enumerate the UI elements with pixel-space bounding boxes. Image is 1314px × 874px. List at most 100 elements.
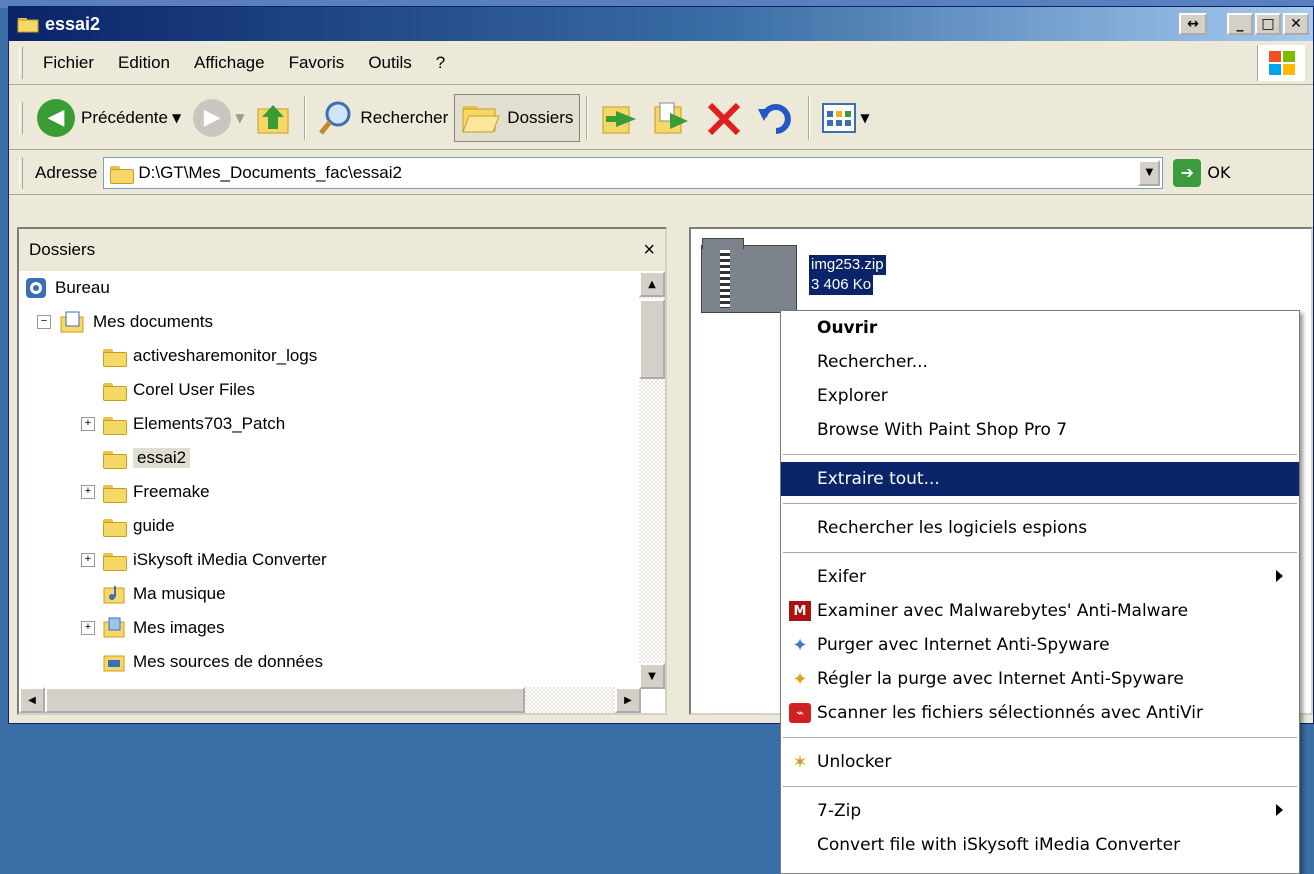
toolbar-grip[interactable] [19,101,23,134]
back-arrow-icon: ◀ [37,98,75,137]
menu-explorer[interactable]: Explorer [781,379,1299,413]
move-to-button[interactable] [594,92,646,144]
menu-purger-anti-spyware[interactable]: ✦ Purger avec Internet Anti-Spyware [781,628,1299,662]
h-scroll-thumb[interactable] [45,687,525,713]
menu-browse-paint-shop-pro[interactable]: Browse With Paint Shop Pro 7 [781,413,1299,447]
broom-settings-icon: ✦ [792,668,808,690]
folder-window-icon [17,15,39,33]
tree-item-guide[interactable]: guide [19,509,641,543]
tree-item-mes-images[interactable]: + Mes images [19,611,641,645]
menu-separator [783,454,1297,455]
menu-separator [783,737,1297,738]
tree-item-iskysoft[interactable]: + iSkysoft iMedia Converter [19,543,641,577]
menu-fichier[interactable]: Fichier [31,53,106,73]
delete-icon [708,102,741,135]
tree-item-ma-musique[interactable]: Ma musique [19,577,641,611]
tree-item-label: Elements703_Patch [133,414,286,433]
scroll-down-icon[interactable]: ▼ [639,663,665,689]
forward-button[interactable]: ▶ ▼ [187,92,250,144]
close-button[interactable]: ✕ [1283,13,1309,35]
menu-favoris[interactable]: Favoris [277,53,357,73]
menu-unlocker[interactable]: ✶ Unlocker [781,745,1299,779]
title-bar[interactable]: essai2 ↔ _ □ ✕ [9,7,1313,41]
desktop-icon [26,278,46,298]
tree-item-label: activesharemonitor_logs [133,346,318,365]
address-dropdown-icon[interactable]: ▼ [1138,159,1161,186]
menu-help[interactable]: ? [424,53,457,73]
tree-item-mes-documents[interactable]: − Mes documents [19,305,641,339]
menu-exifer[interactable]: Exifer [781,560,1299,594]
tree-item-elements703-patch[interactable]: + Elements703_Patch [19,407,641,441]
scroll-left-icon[interactable]: ◀ [19,687,45,713]
menu-regler-purge[interactable]: ✦ Régler la purge avec Internet Anti-Spy… [781,662,1299,696]
maximize-button[interactable]: □ [1255,13,1281,35]
back-dropdown-icon[interactable]: ▼ [172,111,181,125]
tree-item-corel-user-files[interactable]: Corel User Files [19,373,641,407]
data-sources-icon [103,655,125,672]
minimize-button[interactable]: _ [1227,13,1253,35]
menu-item-label: Unlocker [817,752,892,772]
menu-scanner-antivir[interactable]: ⌁ Scanner les fichiers sélectionnés avec… [781,696,1299,730]
resize-icon[interactable]: ↔ [1179,13,1207,35]
undo-button[interactable] [750,92,802,144]
menu-edition[interactable]: Edition [106,53,182,73]
expand-icon[interactable]: + [81,485,95,499]
toolbar-separator [304,95,307,140]
address-value: D:\GT\Mes_Documents_fac\essai2 [138,162,402,182]
tree-item-mes-sources-de-donnees[interactable]: Mes sources de données [19,645,641,679]
go-button[interactable]: ➔ OK [1173,158,1230,187]
menu-7zip[interactable]: 7-Zip [781,794,1299,828]
pictures-folder-icon [103,617,125,638]
tree-item-activesharemonitor-logs[interactable]: activesharemonitor_logs [19,339,641,373]
folders-button-label: Dossiers [507,107,574,127]
go-arrow-icon: ➔ [1173,158,1202,187]
move-to-icon [602,106,637,133]
menu-rechercher-logiciels-espions[interactable]: Rechercher les logiciels espions [781,511,1299,545]
tree-item-label: Ma musique [133,584,226,603]
tree-item-freemake[interactable]: + Freemake [19,475,641,509]
menubar-grip[interactable] [19,46,23,79]
toolbar-separator [808,95,811,140]
tree-item-label: iSkysoft iMedia Converter [133,550,327,569]
address-label: Adresse [35,162,98,182]
broom-icon: ✦ [792,634,808,656]
scroll-right-icon[interactable]: ▶ [615,687,641,713]
copy-to-button[interactable] [646,92,698,144]
folders-pane: Dossiers × Bureau − Mes documents active… [17,227,667,715]
close-pane-icon[interactable]: × [643,239,655,262]
tree-item-label: Bureau [55,278,110,297]
menu-item-label: Exifer [817,567,866,587]
menu-extraire-tout[interactable]: Extraire tout... [781,462,1299,496]
expand-icon[interactable]: + [81,553,95,567]
delete-button[interactable] [698,92,750,144]
tree-item-essai2[interactable]: essai2 [19,441,641,475]
menu-outils[interactable]: Outils [356,53,423,73]
up-folder-button[interactable] [250,92,298,144]
search-button[interactable]: Rechercher [312,92,454,144]
menu-ouvrir[interactable]: Ouvrir [781,311,1299,345]
scroll-up-icon[interactable]: ▲ [639,271,665,297]
views-button[interactable]: ▼ [816,92,875,144]
views-dropdown-icon[interactable]: ▼ [860,111,869,125]
menu-affichage[interactable]: Affichage [182,53,277,73]
menu-item-label: Purger avec Internet Anti-Spyware [817,635,1110,655]
tree-item-bureau[interactable]: Bureau [19,271,641,305]
menu-convert-iskysoft[interactable]: Convert file with iSkysoft iMedia Conver… [781,828,1299,862]
malwarebytes-icon: M [789,601,811,621]
folders-vertical-scrollbar[interactable]: ▲ ▼ [639,271,665,689]
collapse-icon[interactable]: − [37,315,51,329]
menu-rechercher[interactable]: Rechercher... [781,345,1299,379]
address-input[interactable]: D:\GT\Mes_Documents_fac\essai2 ▼ [103,156,1164,189]
folders-pane-header: Dossiers × [19,229,665,271]
forward-dropdown-icon[interactable]: ▼ [235,111,244,125]
expand-icon[interactable]: + [81,417,95,431]
folders-button[interactable]: Dossiers [454,93,581,142]
submenu-arrow-icon [1276,804,1283,816]
menu-malwarebytes[interactable]: M Examiner avec Malwarebytes' Anti-Malwa… [781,594,1299,628]
address-grip[interactable] [19,156,23,189]
expand-icon[interactable]: + [81,621,95,635]
back-button[interactable]: ◀ Précédente ▼ [31,92,187,144]
folder-icon [103,551,127,571]
scroll-thumb[interactable] [639,299,665,379]
folders-horizontal-scrollbar[interactable]: ◀ ▶ [19,687,641,713]
